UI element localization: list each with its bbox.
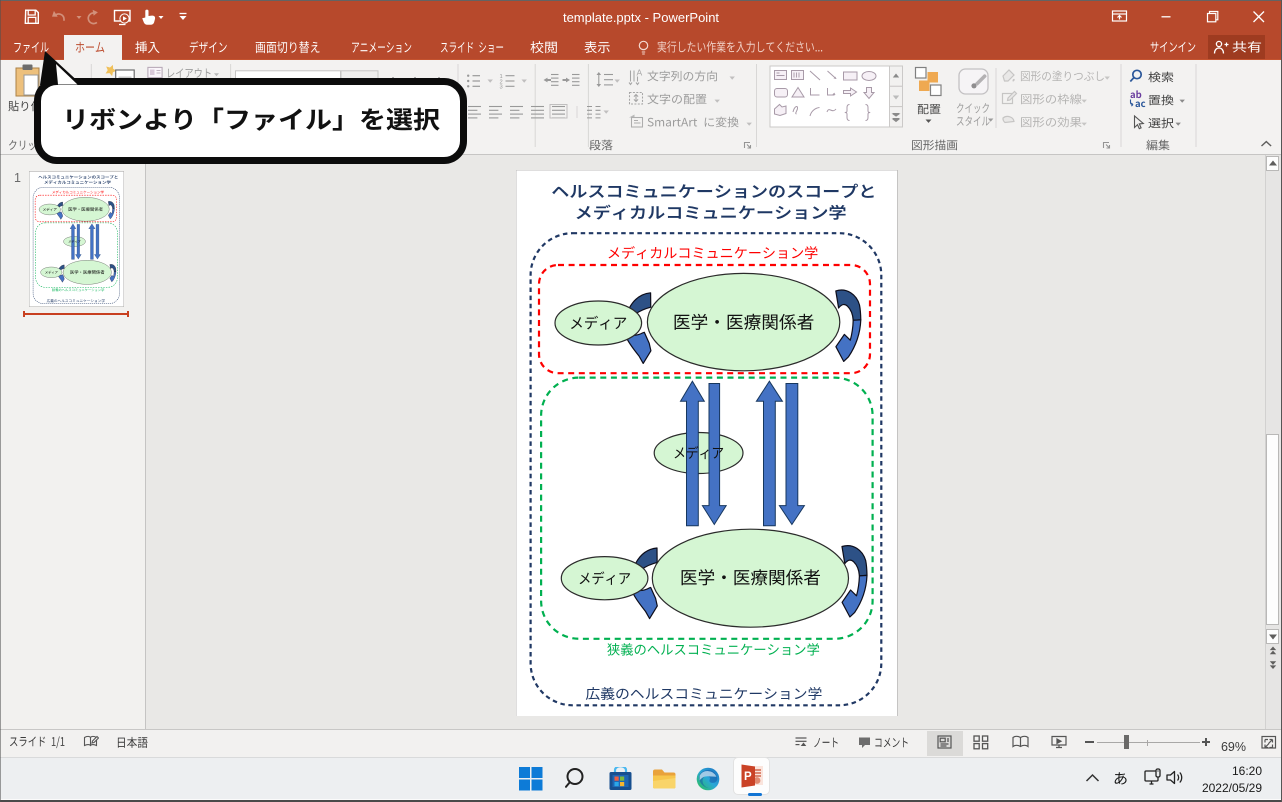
svg-text:P: P bbox=[744, 771, 752, 783]
